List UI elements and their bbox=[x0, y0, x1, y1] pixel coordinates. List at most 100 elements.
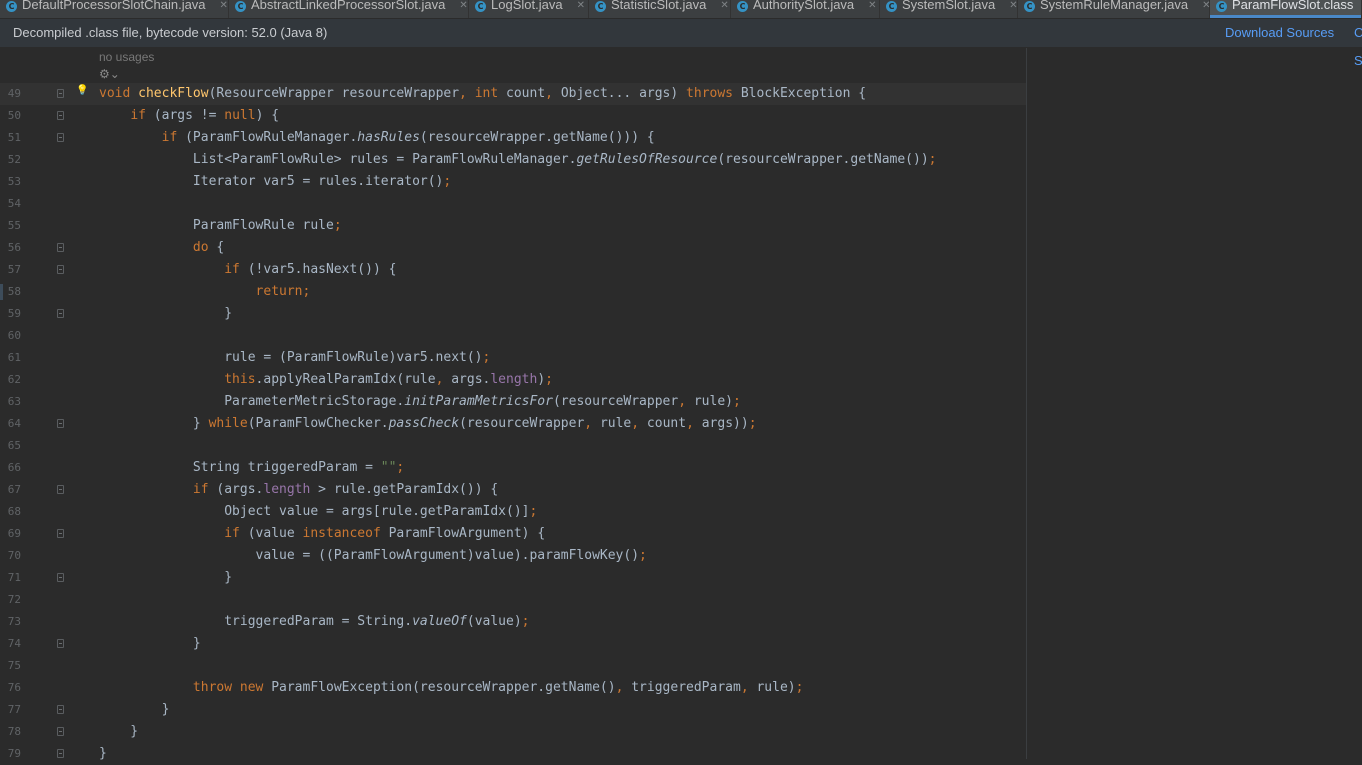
code-line[interactable]: 57 if (!var5.hasNext()) { bbox=[0, 259, 1026, 281]
fold-toggle-icon[interactable] bbox=[57, 265, 64, 274]
fold-toggle-icon[interactable] bbox=[57, 485, 64, 494]
line-number[interactable]: 61 bbox=[0, 347, 21, 369]
line-number[interactable]: 68 bbox=[0, 501, 21, 523]
fold-toggle-icon[interactable] bbox=[57, 727, 64, 736]
line-number[interactable]: 65 bbox=[0, 435, 21, 457]
close-icon[interactable]: ✕ bbox=[220, 0, 228, 13]
line-number[interactable]: 64 bbox=[0, 413, 21, 435]
code-line[interactable]: 58 return; bbox=[0, 281, 1026, 303]
code-token: if bbox=[161, 130, 186, 145]
line-number[interactable]: 53 bbox=[0, 171, 21, 193]
code-line[interactable]: 62 this.applyRealParamIdx(rule, args.len… bbox=[0, 369, 1026, 391]
code-line[interactable]: 66 String triggeredParam = ""; bbox=[0, 457, 1026, 479]
line-number[interactable]: 63 bbox=[0, 391, 21, 413]
fold-toggle-icon[interactable] bbox=[57, 749, 64, 758]
code-line[interactable]: 75 bbox=[0, 655, 1026, 677]
code-line[interactable]: 60 bbox=[0, 325, 1026, 347]
line-number[interactable]: 77 bbox=[0, 699, 21, 721]
editor-tab[interactable]: C SystemSlot.java ✕ bbox=[880, 0, 1018, 18]
intention-bulb-icon[interactable]: 💡 bbox=[76, 85, 88, 97]
code-line[interactable]: 49 💡 void checkFlow(ResourceWrapper resour… bbox=[0, 83, 1026, 105]
line-number[interactable]: 69 bbox=[0, 523, 21, 545]
code-line[interactable]: 50 if (args != null) { bbox=[0, 105, 1026, 127]
line-number[interactable]: 78 bbox=[0, 721, 21, 743]
line-number[interactable]: 57 bbox=[0, 259, 21, 281]
code-line[interactable]: 55 ParamFlowRule rule; bbox=[0, 215, 1026, 237]
code-line[interactable]: 56 do { bbox=[0, 237, 1026, 259]
line-number[interactable]: 74 bbox=[0, 633, 21, 655]
code-text: ParameterMetricStorage.initParamMetricsF… bbox=[99, 391, 741, 413]
code-line[interactable]: 70 value = ((ParamFlowArgument)value).pa… bbox=[0, 545, 1026, 567]
usages-inlay-hint[interactable]: no usages bbox=[99, 50, 154, 64]
line-number[interactable]: 56 bbox=[0, 237, 21, 259]
line-number[interactable]: 51 bbox=[0, 127, 21, 149]
code-line[interactable]: 73 triggeredParam = String.valueOf(value… bbox=[0, 611, 1026, 633]
editor-tab[interactable]: C AuthoritySlot.java ✕ bbox=[731, 0, 880, 18]
code-line[interactable]: 72 bbox=[0, 589, 1026, 611]
editor-tab[interactable]: C SystemRuleManager.java ✕ bbox=[1018, 0, 1211, 18]
line-number[interactable]: 71 bbox=[0, 567, 21, 589]
code-line[interactable]: 77 } bbox=[0, 699, 1026, 721]
code-line[interactable]: 51 if (ParamFlowRuleManager.hasRules(res… bbox=[0, 127, 1026, 149]
download-sources-link[interactable]: Download Sources bbox=[1225, 19, 1334, 47]
code-line[interactable]: 76 throw new ParamFlowException(resource… bbox=[0, 677, 1026, 699]
editor-tab[interactable]: C AbstractLinkedProcessorSlot.java ✕ bbox=[229, 0, 469, 18]
close-icon[interactable]: ✕ bbox=[1009, 0, 1017, 13]
line-number[interactable]: 55 bbox=[0, 215, 21, 237]
code-line[interactable]: 74 } bbox=[0, 633, 1026, 655]
fold-toggle-icon[interactable] bbox=[57, 243, 64, 252]
line-number[interactable]: 52 bbox=[0, 149, 21, 171]
code-editor[interactable]: no usages ⚙⌄ 49 💡 void checkFlow(ResourceW… bbox=[0, 48, 1362, 761]
line-number[interactable]: 60 bbox=[0, 325, 21, 347]
line-number[interactable]: 66 bbox=[0, 457, 21, 479]
code-line[interactable]: 53 Iterator var5 = rules.iterator(); bbox=[0, 171, 1026, 193]
line-number[interactable]: 72 bbox=[0, 589, 21, 611]
fold-toggle-icon[interactable] bbox=[57, 89, 64, 98]
code-line[interactable]: 52 List<ParamFlowRule> rules = ParamFlow… bbox=[0, 149, 1026, 171]
line-number[interactable]: 76 bbox=[0, 677, 21, 699]
code-line[interactable]: 61 rule = (ParamFlowRule)var5.next(); bbox=[0, 347, 1026, 369]
close-icon[interactable]: ✕ bbox=[720, 0, 728, 13]
line-number[interactable]: 70 bbox=[0, 545, 21, 567]
editor-tab[interactable]: C LogSlot.java ✕ bbox=[469, 0, 589, 18]
fold-toggle-icon[interactable] bbox=[57, 419, 64, 428]
fold-toggle-icon[interactable] bbox=[57, 639, 64, 648]
code-line[interactable]: 63 ParameterMetricStorage.initParamMetri… bbox=[0, 391, 1026, 413]
line-number[interactable]: 49 bbox=[0, 83, 21, 105]
code-line[interactable]: 59 } bbox=[0, 303, 1026, 325]
line-number[interactable]: 75 bbox=[0, 655, 21, 677]
code-vision-settings-icon[interactable]: ⚙⌄ bbox=[99, 67, 120, 81]
line-number[interactable]: 79 bbox=[0, 743, 21, 765]
code-line[interactable]: 79} bbox=[0, 743, 1026, 765]
fold-toggle-icon[interactable] bbox=[57, 705, 64, 714]
line-number[interactable]: 62 bbox=[0, 369, 21, 391]
fold-toggle-icon[interactable] bbox=[57, 133, 64, 142]
line-number[interactable]: 73 bbox=[0, 611, 21, 633]
close-icon[interactable]: ✕ bbox=[868, 0, 876, 13]
line-number[interactable]: 58 bbox=[0, 281, 21, 303]
close-icon[interactable]: ✕ bbox=[459, 0, 467, 13]
code-line[interactable]: 65 bbox=[0, 435, 1026, 457]
code-token: throws bbox=[686, 86, 741, 101]
fold-toggle-icon[interactable] bbox=[57, 309, 64, 318]
code-line[interactable]: 68 Object value = args[rule.getParamIdx(… bbox=[0, 501, 1026, 523]
code-line[interactable]: 64 } while(ParamFlowChecker.passCheck(re… bbox=[0, 413, 1026, 435]
code-text: if (!var5.hasNext()) { bbox=[99, 259, 396, 281]
close-icon[interactable]: ✕ bbox=[577, 0, 585, 13]
editor-tab[interactable]: C ParamFlowSlot.class bbox=[1210, 0, 1362, 18]
line-number[interactable]: 67 bbox=[0, 479, 21, 501]
editor-tab[interactable]: C StatisticSlot.java ✕ bbox=[589, 0, 731, 18]
code-line[interactable]: 67 if (args.length > rule.getParamIdx())… bbox=[0, 479, 1026, 501]
code-line[interactable]: 78 } bbox=[0, 721, 1026, 743]
line-number[interactable]: 54 bbox=[0, 193, 21, 215]
fold-toggle-icon[interactable] bbox=[57, 573, 64, 582]
code-token: value = ((ParamFlowArgument)value).param… bbox=[99, 548, 640, 563]
code-line[interactable]: 71 } bbox=[0, 567, 1026, 589]
editor-tab[interactable]: C DefaultProcessorSlotChain.java ✕ bbox=[0, 0, 229, 18]
line-number[interactable]: 50 bbox=[0, 105, 21, 127]
line-number[interactable]: 59 bbox=[0, 303, 21, 325]
fold-toggle-icon[interactable] bbox=[57, 111, 64, 120]
code-line[interactable]: 54 bbox=[0, 193, 1026, 215]
fold-toggle-icon[interactable] bbox=[57, 529, 64, 538]
code-line[interactable]: 69 if (value instanceof ParamFlowArgumen… bbox=[0, 523, 1026, 545]
